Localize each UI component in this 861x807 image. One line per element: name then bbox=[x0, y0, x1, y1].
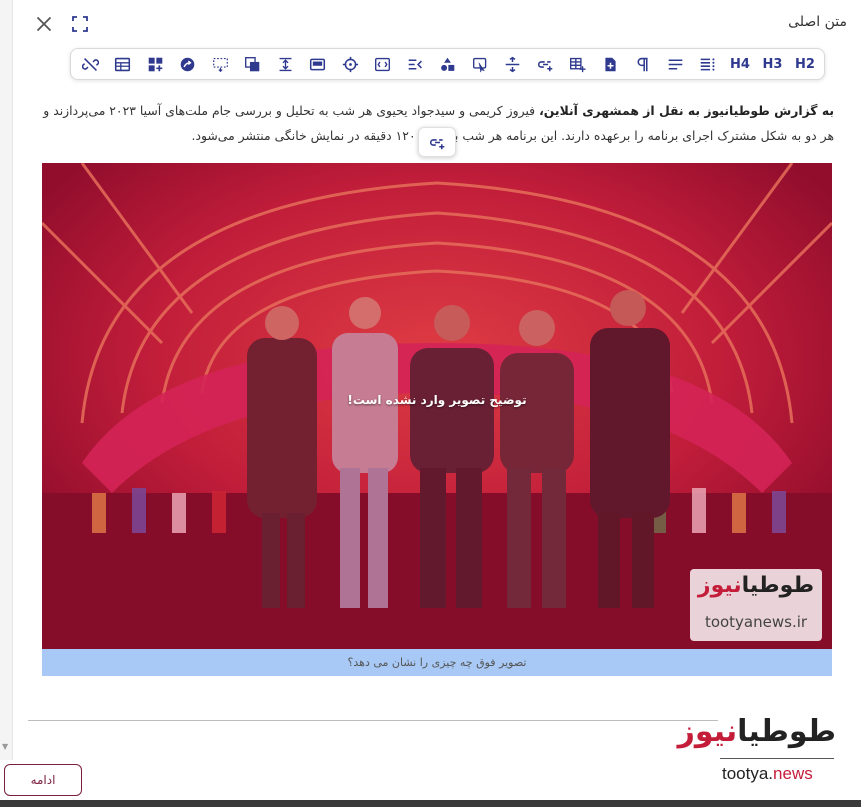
editor-dialog: ▼ متن اصلی H4 H3 H2 به گزارش طوطیانیوز ب… bbox=[0, 0, 861, 807]
link-add-icon bbox=[537, 60, 552, 71]
fullscreen-icon bbox=[72, 16, 88, 32]
code-block-button[interactable] bbox=[372, 53, 394, 75]
heading-3-button[interactable]: H3 bbox=[762, 53, 784, 75]
shapes-icon bbox=[441, 57, 455, 71]
justify-button[interactable] bbox=[697, 53, 719, 75]
article-image[interactable]: توضیح تصویر وارد نشده است! طوطیانیوز too… bbox=[42, 163, 832, 649]
pilcrow-icon bbox=[637, 57, 648, 71]
share-button[interactable] bbox=[177, 53, 199, 75]
missing-caption-message: توضیح تصویر وارد نشده است! bbox=[347, 393, 527, 407]
text-align-icon bbox=[668, 58, 682, 70]
text-justify-icon bbox=[700, 57, 715, 71]
crosshair-button[interactable] bbox=[339, 53, 361, 75]
code-block-icon bbox=[375, 57, 390, 71]
select-area-button[interactable] bbox=[209, 53, 231, 75]
text-direction-button[interactable] bbox=[404, 53, 426, 75]
add-file-button[interactable] bbox=[599, 53, 621, 75]
shapes-button[interactable] bbox=[437, 53, 459, 75]
select-area-icon bbox=[212, 57, 228, 72]
watermark-fa: طوطیانیوز bbox=[697, 573, 815, 598]
crosshair-icon bbox=[342, 56, 358, 72]
unlink-icon bbox=[81, 57, 99, 71]
vertical-align-button[interactable] bbox=[274, 53, 296, 75]
heading-2-button[interactable]: H2 bbox=[794, 53, 816, 75]
widgets-add-button[interactable] bbox=[144, 53, 166, 75]
close-icon bbox=[37, 17, 51, 31]
heading-4-button[interactable]: H4 bbox=[729, 53, 751, 75]
editor-toolbar: H4 H3 H2 bbox=[70, 48, 825, 80]
strikethrough-icon bbox=[505, 56, 520, 72]
link-popup-button[interactable] bbox=[418, 127, 456, 157]
continue-button[interactable]: ادامه bbox=[4, 764, 82, 796]
share-icon bbox=[180, 57, 195, 71]
table-add-icon bbox=[570, 57, 586, 72]
table-layout-button[interactable] bbox=[112, 53, 134, 75]
divider bbox=[28, 720, 718, 721]
dialog-title: متن اصلی bbox=[788, 14, 847, 30]
paragraph-button[interactable] bbox=[632, 53, 654, 75]
article-lead: به گزارش طوطیانیوز به نقل از همشهری آنلا… bbox=[539, 103, 834, 118]
widgets-add-icon bbox=[148, 57, 162, 71]
file-add-icon bbox=[604, 57, 616, 71]
media-button[interactable] bbox=[469, 53, 491, 75]
insert-link-button[interactable] bbox=[534, 53, 556, 75]
table-icon bbox=[114, 57, 131, 71]
align-button[interactable] bbox=[664, 53, 686, 75]
close-button[interactable] bbox=[34, 14, 54, 34]
scroll-down-arrow-icon[interactable]: ▼ bbox=[2, 742, 8, 751]
link-add-icon bbox=[429, 138, 444, 149]
vertical-align-icon bbox=[279, 57, 291, 71]
background-page-strip bbox=[0, 800, 861, 807]
text-direction-icon bbox=[408, 58, 422, 70]
site-logo: طوطیانیوز tootya.news bbox=[677, 712, 842, 790]
frame-icon bbox=[309, 58, 326, 70]
frame-button[interactable] bbox=[307, 53, 329, 75]
copy-icon bbox=[245, 56, 260, 71]
insert-table-button[interactable] bbox=[567, 53, 589, 75]
fullscreen-button[interactable] bbox=[70, 14, 90, 34]
unlink-button[interactable] bbox=[79, 53, 101, 75]
watermark: طوطیانیوز tootyanews.ir bbox=[690, 569, 822, 641]
watermark-en: tootyanews.ir bbox=[704, 613, 808, 631]
image-caption-field[interactable]: تصویر فوق چه چیزی را نشان می دهد؟ bbox=[42, 649, 832, 676]
strikethrough-button[interactable] bbox=[502, 53, 524, 75]
scrollbar[interactable] bbox=[0, 0, 13, 760]
copy-button[interactable] bbox=[242, 53, 264, 75]
logo-fa: طوطیانیوز bbox=[677, 714, 836, 749]
media-icon bbox=[472, 57, 486, 72]
logo-divider bbox=[720, 758, 834, 759]
logo-en: tootya.news bbox=[722, 764, 813, 783]
